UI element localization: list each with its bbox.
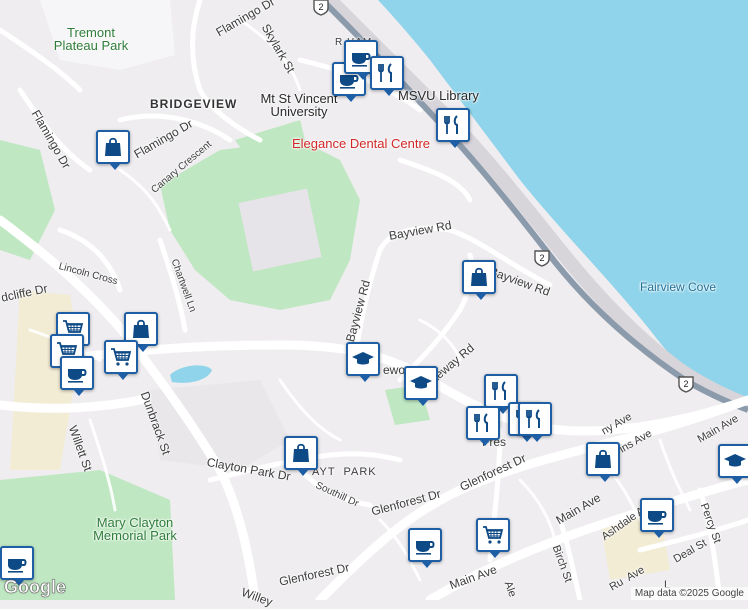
map-marker-shopping-bag[interactable] xyxy=(586,442,620,482)
cafe-icon xyxy=(645,503,669,527)
restaurant-icon xyxy=(523,407,547,431)
restaurant-icon xyxy=(471,411,495,435)
restaurant-icon xyxy=(375,61,399,85)
map-marker-shopping-bag[interactable] xyxy=(96,130,130,170)
map-marker-restaurant[interactable] xyxy=(466,406,500,446)
route-shield-icon: 2 xyxy=(313,0,329,16)
google-logo: Google xyxy=(4,577,67,598)
cafe-icon xyxy=(5,551,29,575)
route-shield-icon: 2 xyxy=(678,376,694,393)
restaurant-icon xyxy=(489,379,513,403)
map-marker-school[interactable] xyxy=(404,366,438,406)
shopping-bag-icon xyxy=(591,447,615,471)
map-marker-cafe[interactable] xyxy=(640,498,674,538)
map-marker-shopping-bag[interactable] xyxy=(462,260,496,300)
map-marker-cafe[interactable] xyxy=(0,546,34,586)
map-marker-restaurant[interactable] xyxy=(436,108,470,148)
shopping-cart-icon xyxy=(481,523,505,547)
map-attribution[interactable]: Map data ©2025 Google xyxy=(630,587,748,600)
svg-text:2: 2 xyxy=(318,2,323,12)
label-clayton-park: AYT PARK xyxy=(312,466,377,478)
map-marker-restaurant[interactable] xyxy=(518,402,552,442)
shopping-bag-icon xyxy=(467,265,491,289)
restaurant-icon xyxy=(441,113,465,137)
label-elegance-dental: Elegance Dental Centre xyxy=(292,136,431,151)
map-marker-cafe[interactable] xyxy=(60,356,94,396)
map-marker-cafe[interactable] xyxy=(408,528,442,568)
cafe-icon xyxy=(65,361,89,385)
shopping-cart-icon xyxy=(109,345,133,369)
map-marker-restaurant[interactable] xyxy=(370,56,404,96)
label-ewo: ewo xyxy=(383,363,406,377)
map-marker-shopping-bag[interactable] xyxy=(284,436,318,476)
label-bridgeview: BRIDGEVIEW xyxy=(150,97,238,111)
map-marker-school[interactable] xyxy=(346,342,380,382)
school-icon xyxy=(723,449,747,473)
map-marker-school[interactable] xyxy=(718,444,748,484)
route-shield-icon: 2 xyxy=(534,250,550,267)
cafe-icon xyxy=(413,533,437,557)
park-field xyxy=(238,188,322,272)
map-marker-shopping-cart[interactable] xyxy=(104,340,138,380)
svg-text:2: 2 xyxy=(539,253,544,263)
label-msvu-library: MSVU Library xyxy=(398,88,479,103)
shopping-bag-icon xyxy=(101,135,125,159)
shopping-bag-icon xyxy=(289,441,313,465)
label-tremont-park: Tremont Plateau Park xyxy=(53,25,129,53)
label-mary-clayton-park: Mary Clayton Memorial Park xyxy=(93,515,177,543)
svg-text:2: 2 xyxy=(683,379,688,389)
school-icon xyxy=(351,347,375,371)
school-icon xyxy=(409,371,433,395)
label-fairview-cove: Fairview Cove xyxy=(640,280,717,294)
shopping-bag-icon xyxy=(129,317,153,341)
map-marker-shopping-cart[interactable] xyxy=(476,518,510,558)
